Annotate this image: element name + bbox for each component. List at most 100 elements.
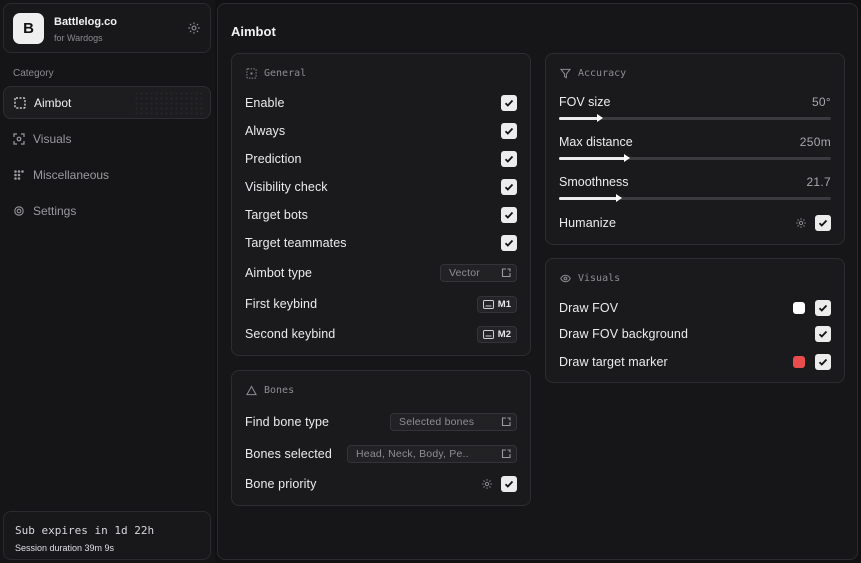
toggle-row-target-bots[interactable]: Target bots [245,205,517,225]
checkbox-humanize[interactable] [815,215,831,231]
slider-fill [559,117,600,120]
gear-icon[interactable] [481,478,493,490]
toggle-row-prediction[interactable]: Prediction [245,149,517,169]
sidebar-item-aimbot[interactable]: Aimbot [3,86,211,119]
slider-value: 21.7 [806,175,831,189]
visuals-card-header: Visuals [560,273,620,284]
check-icon [504,183,514,191]
bone-priority-label: Bone priority [245,477,317,491]
smoothness-slider[interactable] [559,194,831,202]
toggle-label: Prediction [245,152,302,166]
visuals-card-title: Visuals [578,273,621,284]
sidebar-item-label: Settings [33,203,77,218]
find-bone-type-label: Find bone type [245,415,330,429]
check-icon [504,99,514,107]
slider-fill [559,197,619,200]
aimbot-type-select[interactable]: Vector [440,264,517,282]
first-keybind-key: M1 [497,298,511,310]
toggle-row-always[interactable]: Always [245,121,517,141]
toggle-label: Visibility check [245,180,328,194]
gear-icon[interactable] [795,217,807,229]
bones-selected-value: Head, Neck, Body, Pe.. [356,448,469,460]
nav-dots-pattern [134,91,204,115]
sidebar-item-settings[interactable]: Settings [3,194,211,227]
visual-label: Draw FOV background [559,327,689,341]
color-swatch-draw-fov[interactable] [793,302,805,314]
slider-label: Max distance [559,135,633,149]
find-bone-type-select[interactable]: Selected bones [390,413,517,431]
fov-size-slider[interactable] [559,114,831,122]
brand-logo: B [13,13,44,44]
bones-selected-select[interactable]: Head, Neck, Body, Pe.. [347,445,517,463]
toggle-label: Enable [245,96,285,110]
filter-icon [560,68,571,79]
checkbox-target-bots[interactable] [501,207,517,223]
select-expand-icon [501,268,511,278]
visual-row-draw-fov[interactable]: Draw FOV [559,298,831,318]
slider-fill [559,157,627,160]
checkbox-draw-fov-background[interactable] [815,326,831,342]
gear-icon[interactable] [187,21,201,35]
slider-thumb[interactable] [596,114,603,122]
accuracy-card-title: Accuracy [578,68,627,79]
slider-row-fov-size: FOV size 50° [559,95,831,122]
checkbox-prediction[interactable] [501,151,517,167]
check-icon [504,127,514,135]
check-icon [504,155,514,163]
sidebar-item-miscellaneous[interactable]: Miscellaneous [3,158,211,191]
toggle-label: Always [245,124,286,138]
slider-row-max-distance: Max distance 250m [559,135,831,162]
toggle-row-enable[interactable]: Enable [245,93,517,113]
main-panel: Aimbot General Enable Always Prediction … [217,3,858,560]
second-keybind-button[interactable]: M2 [476,325,517,343]
slider-label: Smoothness [559,175,629,189]
toggle-row-target-teammates[interactable]: Target teammates [245,233,517,253]
target-dashed-icon [246,68,257,79]
page-title: Aimbot [231,24,276,39]
check-icon [818,219,828,227]
toggle-row-visibility-check[interactable]: Visibility check [245,177,517,197]
first-keybind-button[interactable]: M1 [476,295,517,313]
second-keybind-key: M2 [497,328,511,340]
visual-label: Draw target marker [559,355,668,369]
slider-thumb[interactable] [615,194,622,202]
checkbox-enable[interactable] [501,95,517,111]
slider-thumb[interactable] [624,154,630,162]
accuracy-card: Accuracy FOV size 50° Max distance 250m [545,53,845,245]
session-duration: Session duration 39m 9s [15,543,115,553]
general-card-header: General [246,68,306,79]
select-expand-icon [501,449,511,459]
toggle-label: Target bots [245,208,308,222]
sidebar-item-visuals[interactable]: Visuals [3,122,211,155]
keyboard-icon [482,329,494,339]
subscription-box: Sub expires in 1d 22h Session duration 3… [3,511,211,560]
find-bone-type-row: Find bone type Selected bones [245,412,517,432]
second-keybind-label: Second keybind [245,327,336,341]
aimbot-type-row: Aimbot type Vector [245,263,517,283]
checkbox-always[interactable] [501,123,517,139]
bone-priority-row[interactable]: Bone priority [245,474,517,494]
eye-icon [560,274,571,283]
grid-dots-icon [14,169,24,180]
check-icon [504,480,514,488]
slider-row-smoothness: Smoothness 21.7 [559,175,831,202]
checkbox-visibility-check[interactable] [501,179,517,195]
bones-card: Bones Find bone type Selected bones Bone… [231,370,531,506]
keyboard-icon [482,299,494,309]
check-icon [504,239,514,247]
check-icon [818,304,828,312]
accuracy-card-header: Accuracy [560,68,626,79]
visual-row-draw-fov-background[interactable]: Draw FOV background [559,324,831,344]
checkbox-draw-fov[interactable] [815,300,831,316]
bones-card-header: Bones [246,385,294,396]
triangle-icon [246,385,257,396]
visual-row-draw-target-marker[interactable]: Draw target marker [559,352,831,372]
checkbox-draw-target-marker[interactable] [815,354,831,370]
select-expand-icon [501,417,511,427]
humanize-row[interactable]: Humanize [559,213,831,233]
checkbox-bone-priority[interactable] [501,476,517,492]
brand-name: Battlelog.co [54,16,117,28]
checkbox-target-teammates[interactable] [501,235,517,251]
max-distance-slider[interactable] [559,154,831,162]
color-swatch-draw-target-marker[interactable] [793,356,805,368]
